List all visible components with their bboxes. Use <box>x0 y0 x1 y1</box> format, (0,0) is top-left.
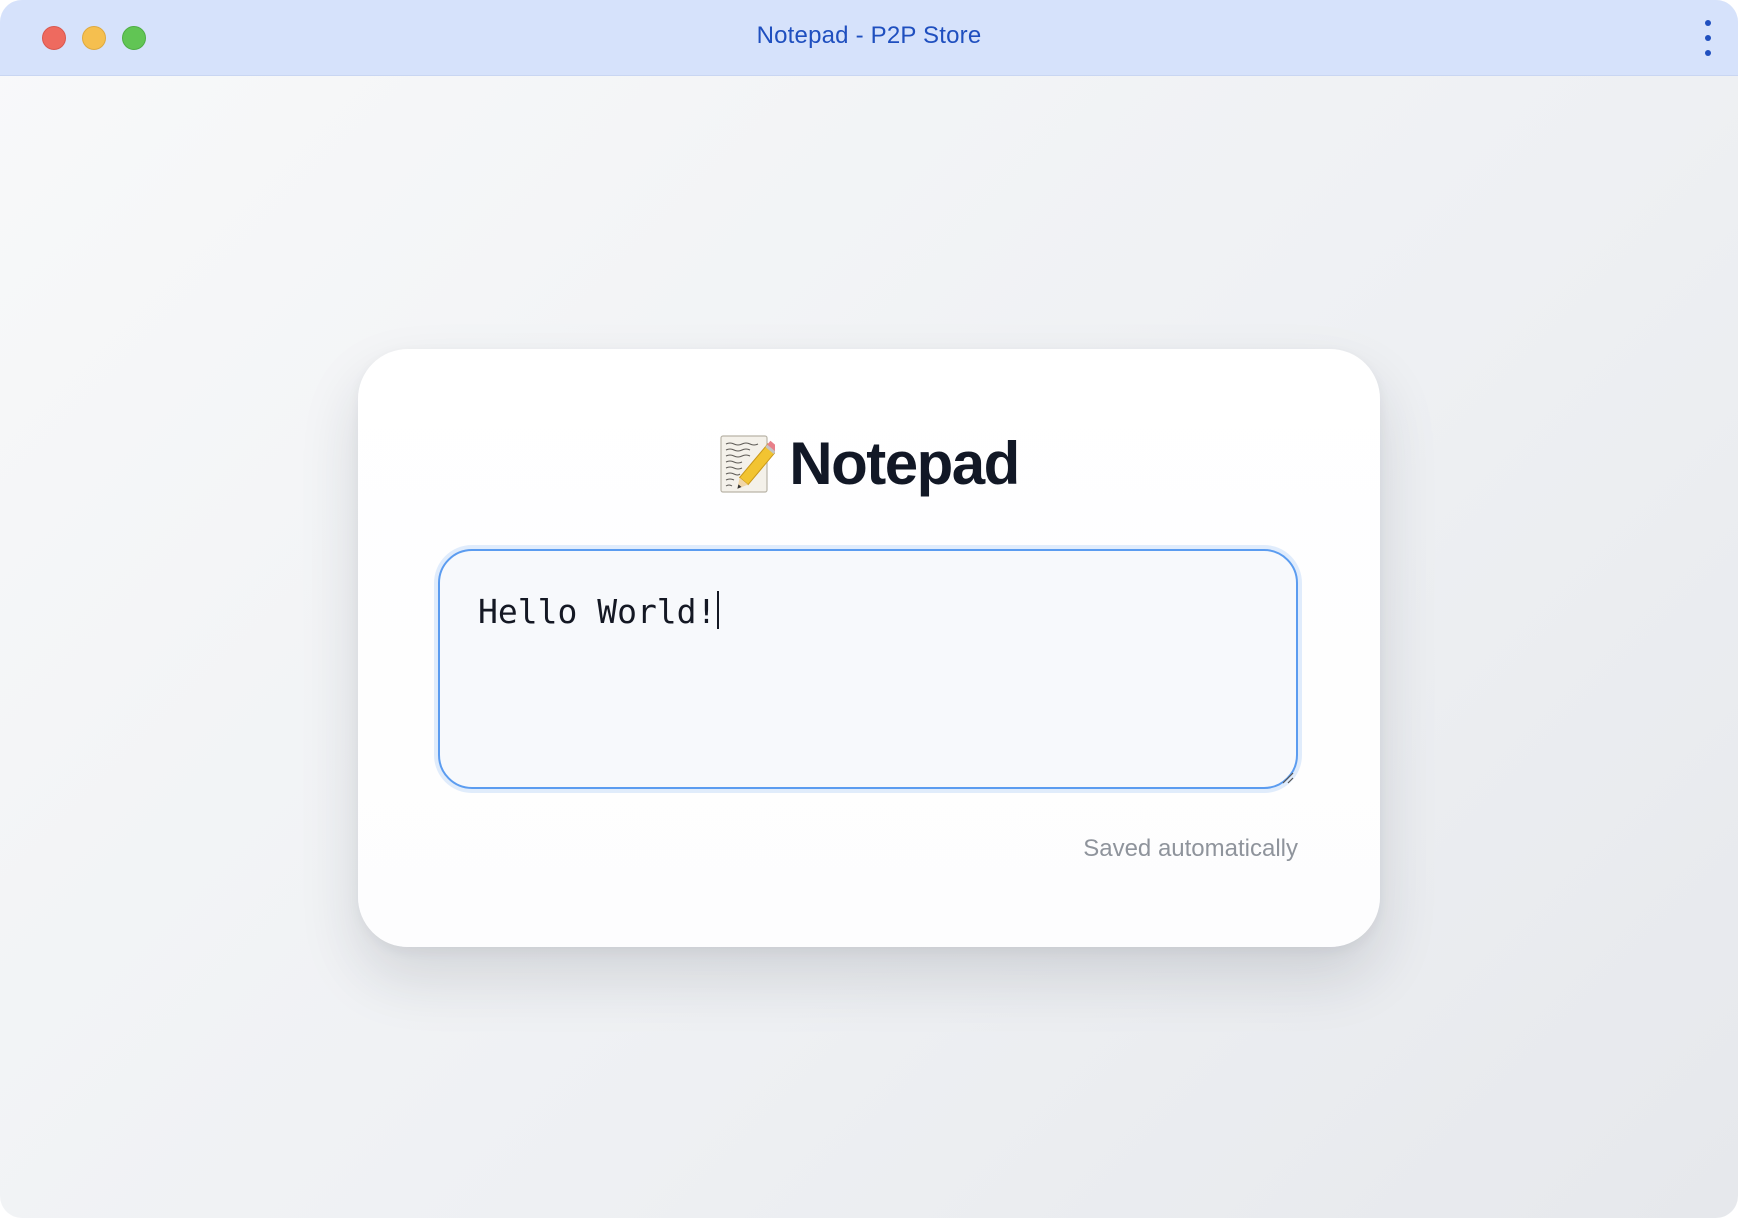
title-bar: Notepad - P2P Store <box>0 0 1738 76</box>
page-title: Notepad <box>789 430 1020 497</box>
window-title: Notepad - P2P Store <box>756 22 982 49</box>
note-text: Hello World! <box>478 592 717 631</box>
text-caret <box>717 591 720 629</box>
resize-handle-icon[interactable] <box>1280 770 1294 784</box>
note-textarea[interactable]: Hello World! <box>438 549 1298 789</box>
memo-icon <box>719 433 780 495</box>
more-vertical-icon[interactable] <box>1700 20 1716 56</box>
card-header: Notepad <box>358 429 1380 498</box>
app-window: Notepad - P2P Store Notepad Hello World!… <box>0 0 1738 1218</box>
notepad-card: Notepad Hello World! Saved automatically <box>358 349 1380 947</box>
save-status-text: Saved automatically <box>1083 835 1298 862</box>
